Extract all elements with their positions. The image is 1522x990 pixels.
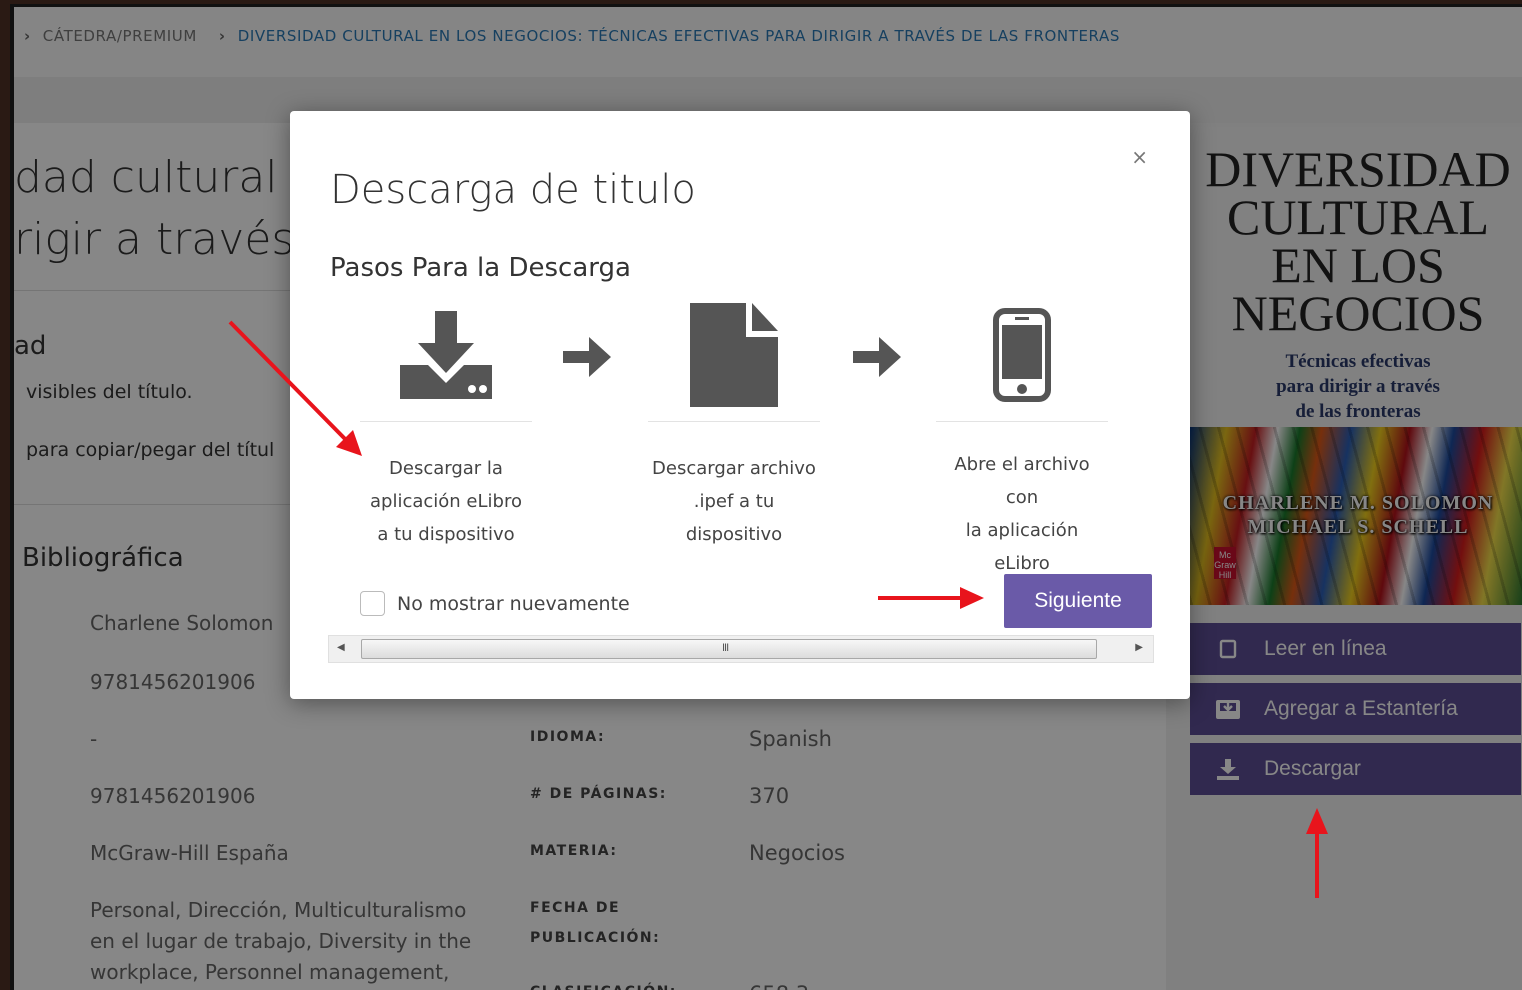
step-line-text: dispositivo [685, 524, 783, 545]
step-description: Descargar la aplicación eLibro a tu disp… [360, 452, 532, 551]
step-line-text: Descargar la [389, 458, 503, 479]
step-line-text: Abre el archivo con [954, 454, 1090, 508]
step-divider [936, 421, 1108, 422]
scrollbar-thumb[interactable]: III [361, 639, 1097, 659]
step-download-file: Descargar archivo .ipef a tu dispositivo [648, 299, 820, 551]
horizontal-scrollbar[interactable]: ◀ III ▶ [328, 635, 1154, 663]
step-line-text: .ipef a tu [693, 491, 775, 512]
step-description: Abre el archivo con la aplicación eLibro [936, 448, 1108, 580]
dont-show-again-label[interactable]: No mostrar nuevamente [397, 593, 630, 615]
step-line-text: aplicación eLibro [370, 491, 522, 512]
scrollbar-grip: III [722, 642, 729, 654]
dont-show-again-row[interactable]: No mostrar nuevamente [360, 591, 630, 616]
modal-title: Descarga de titulo [330, 167, 696, 213]
steps-heading: Pasos Para la Descarga [330, 253, 631, 283]
step-download-app: Descargar la aplicación eLibro a tu disp… [360, 299, 532, 551]
step-line-text: Descargar archivo [652, 458, 816, 479]
step-line-text: a tu dispositivo [377, 524, 515, 545]
download-modal: × Descarga de titulo Pasos Para la Desca… [290, 111, 1190, 699]
scroll-left-icon[interactable]: ◀ [337, 642, 345, 653]
step-description: Descargar archivo .ipef a tu dispositivo [648, 452, 820, 551]
dont-show-again-checkbox[interactable] [360, 591, 385, 616]
close-icon[interactable]: × [1131, 145, 1148, 169]
step-divider [648, 421, 820, 422]
download-tray-icon [360, 299, 532, 411]
arrow-right-icon [848, 329, 904, 385]
next-button[interactable]: Siguiente [1004, 574, 1152, 628]
browser-viewport: › CÁTEDRA/PREMIUM › DIVERSIDAD CULTURAL … [10, 4, 1522, 990]
scroll-right-icon[interactable]: ▶ [1135, 642, 1143, 653]
step-divider [360, 421, 532, 422]
step-open-file: Abre el archivo con la aplicación eLibro [936, 299, 1108, 580]
arrow-right-icon [558, 329, 614, 385]
file-icon [648, 299, 820, 411]
mobile-phone-icon [936, 299, 1108, 411]
step-line-text: la aplicación [965, 520, 1079, 541]
